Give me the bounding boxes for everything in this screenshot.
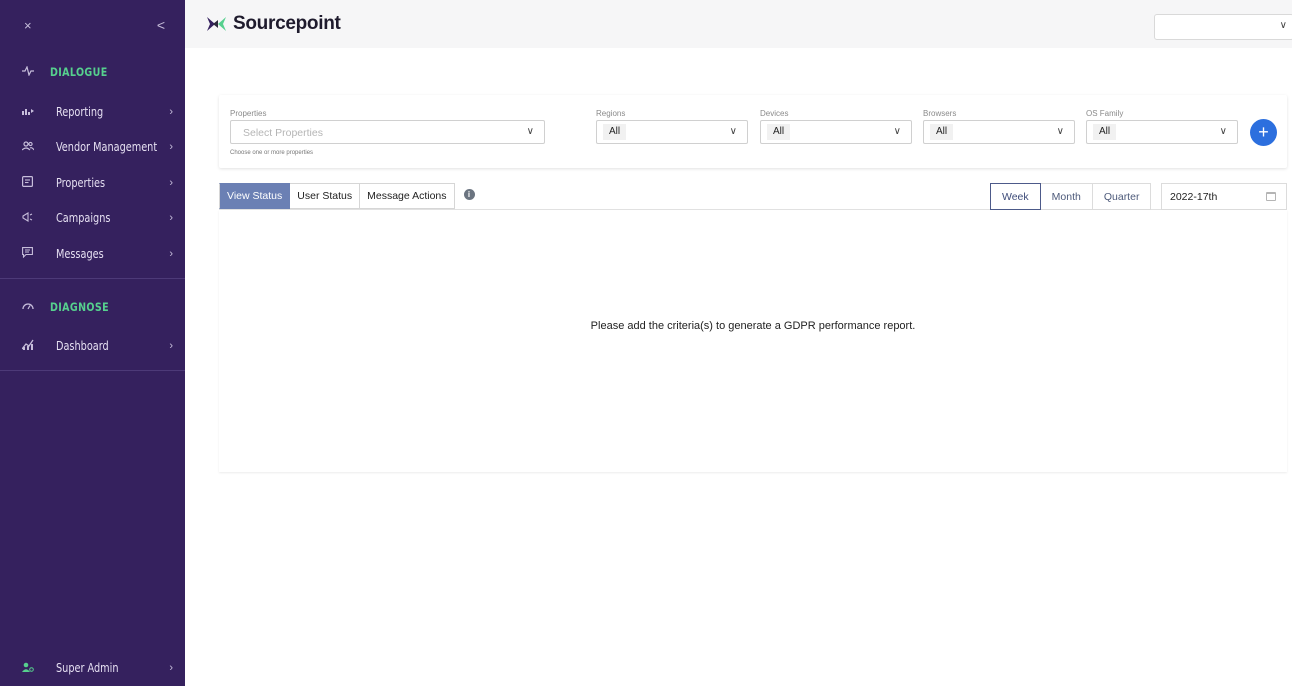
gauge-icon (22, 301, 50, 313)
browsers-select[interactable]: All ∨ (923, 120, 1075, 144)
properties-placeholder: Select Properties (243, 127, 323, 139)
chart-icon (22, 106, 56, 118)
logo-mark-icon (207, 15, 229, 33)
close-icon[interactable]: × (24, 18, 32, 33)
sidebar-item-reporting[interactable]: Reporting › (0, 94, 185, 130)
account-select[interactable]: ∨ (1154, 14, 1292, 40)
document-icon (22, 175, 56, 190)
sidebar-item-properties[interactable]: Properties › (0, 165, 185, 201)
sidebar-item-label: Messages (56, 246, 104, 261)
section-dialogue: DIALOGUE (0, 50, 185, 94)
chevron-right-icon: › (169, 212, 173, 225)
devices-select[interactable]: All ∨ (760, 120, 912, 144)
os-family-label: OS Family (1086, 109, 1124, 118)
period-selector: Week Month Quarter (990, 183, 1152, 210)
add-criteria-button[interactable]: + (1250, 119, 1277, 146)
message-icon (22, 246, 56, 261)
regions-value: All (603, 124, 627, 140)
tab-message-actions[interactable]: Message Actions (360, 183, 455, 209)
period-week[interactable]: Week (990, 183, 1041, 210)
chevron-down-icon: ∨ (526, 126, 534, 137)
date-picker[interactable]: 2022-17th (1161, 183, 1287, 210)
sidebar-item-campaigns[interactable]: Campaigns › (0, 201, 185, 237)
pulse-icon (22, 64, 50, 79)
analytics-icon (21, 339, 56, 353)
os-family-select[interactable]: All ∨ (1086, 120, 1238, 144)
chevron-right-icon: › (169, 176, 173, 189)
sourcepoint-logo[interactable]: Sourcepoint (207, 13, 341, 35)
sidebar: × < DIALOGUE Reporting › Vendor Manageme… (0, 0, 185, 686)
sidebar-item-dashboard[interactable]: Dashboard › (0, 329, 185, 365)
users-icon (21, 141, 56, 154)
chevron-down-icon: ∨ (893, 126, 901, 137)
properties-select[interactable]: Select Properties ∨ (230, 120, 545, 144)
megaphone-icon (22, 211, 56, 225)
devices-label: Devices (760, 109, 789, 118)
section-diagnose: DIAGNOSE (0, 285, 185, 329)
chevron-down-icon: ∨ (1056, 126, 1064, 137)
regions-select[interactable]: All ∨ (596, 120, 748, 144)
section-title: DIAGNOSE (50, 299, 109, 314)
chevron-right-icon: › (169, 105, 173, 118)
browsers-label: Browsers (923, 109, 957, 118)
top-bar: Sourcepoint ∨ (185, 0, 1292, 48)
sidebar-item-label: Vendor Management (56, 140, 158, 155)
period-month[interactable]: Month (1040, 183, 1093, 210)
sidebar-divider (0, 277, 185, 279)
section-title: DIALOGUE (50, 65, 108, 79)
devices-value: All (767, 124, 791, 140)
collapse-icon[interactable]: < (157, 17, 165, 33)
sidebar-item-label: Reporting (56, 104, 104, 119)
chevron-right-icon: › (169, 662, 173, 675)
sidebar-item-label: Campaigns (56, 211, 111, 226)
date-value: 2022-17th (1170, 191, 1218, 203)
browsers-value: All (930, 124, 954, 140)
filters-panel: Properties Select Properties ∨ Choose on… (219, 95, 1287, 168)
report-tabs: View Status User Status Message Actions … (219, 183, 475, 209)
os-family-value: All (1093, 124, 1117, 140)
empty-state-message: Please add the criteria(s) to generate a… (590, 320, 916, 332)
tab-user-status[interactable]: User Status (290, 183, 361, 209)
logo-text: Sourcepoint (233, 13, 341, 34)
chevron-down-icon: ∨ (1219, 126, 1227, 137)
chevron-down-icon: ∨ (729, 126, 737, 137)
sidebar-item-messages[interactable]: Messages › (0, 236, 185, 272)
report-content: Please add the criteria(s) to generate a… (219, 210, 1287, 472)
sidebar-item-vendor-management[interactable]: Vendor Management › (0, 130, 185, 166)
chevron-down-icon: ∨ (1279, 20, 1287, 31)
regions-label: Regions (596, 109, 626, 118)
chevron-right-icon: › (169, 340, 173, 353)
chevron-right-icon: › (169, 247, 173, 260)
chevron-right-icon: › (169, 141, 173, 154)
calendar-icon (1266, 192, 1276, 201)
admin-user-icon (22, 662, 56, 675)
info-icon[interactable]: i (463, 189, 475, 200)
sidebar-header: × < (0, 0, 185, 50)
properties-label: Properties (230, 109, 267, 118)
period-quarter[interactable]: Quarter (1092, 183, 1152, 210)
sidebar-item-label: Dashboard (56, 339, 109, 354)
sidebar-divider (0, 370, 185, 371)
tab-view-status[interactable]: View Status (219, 183, 291, 209)
properties-help-text: Choose one or more properties (230, 150, 314, 156)
sidebar-item-label: Super Admin (56, 661, 119, 676)
sidebar-item-super-admin[interactable]: Super Admin › (0, 651, 185, 686)
sidebar-item-label: Properties (56, 175, 106, 190)
